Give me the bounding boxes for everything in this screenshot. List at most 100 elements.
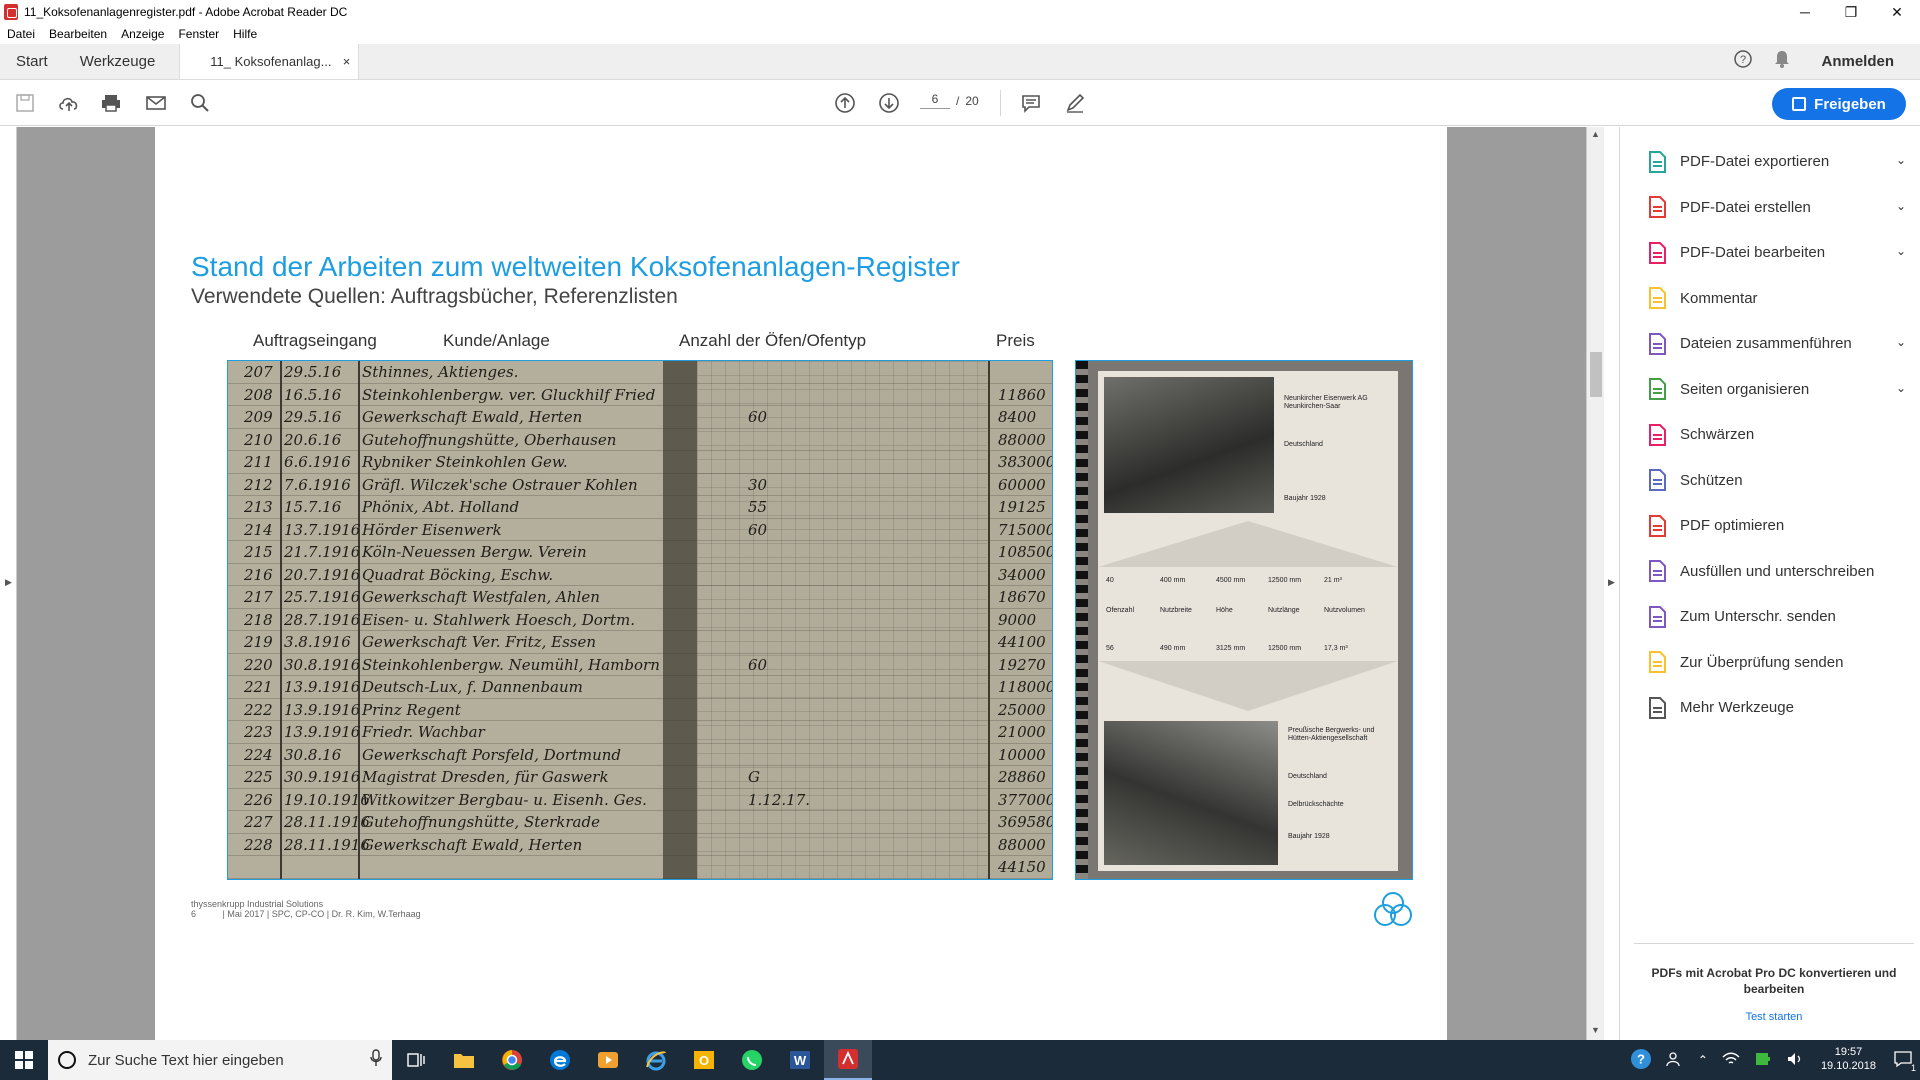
next-page-icon[interactable] (876, 91, 902, 115)
save-icon[interactable] (12, 91, 38, 115)
svg-text:O: O (699, 1053, 709, 1068)
tool-item[interactable]: Zur Überprüfung senden (1646, 640, 1906, 686)
chrome-icon[interactable] (488, 1040, 536, 1080)
media-player-icon[interactable] (584, 1040, 632, 1080)
minimize-button[interactable]: ─ (1782, 0, 1828, 24)
previous-page-icon[interactable] (832, 91, 858, 115)
menu-fenster[interactable]: Fenster (178, 27, 219, 41)
outlook-icon[interactable]: O (680, 1040, 728, 1080)
ledger-customer: Rybniker Steinkohlen Gew. (362, 453, 568, 471)
tool-item[interactable]: Schützen (1646, 458, 1906, 504)
share-button-label: Freigeben (1814, 95, 1886, 113)
tool-item[interactable]: PDF-Datei exportieren ⌄ (1646, 139, 1906, 185)
tool-item[interactable]: Dateien zusammenführen ⌄ (1646, 321, 1906, 367)
menu-bar: Datei Bearbeiten Anzeige Fenster Hilfe (0, 24, 1920, 44)
people-icon[interactable] (1666, 1051, 1684, 1070)
microphone-icon[interactable] (370, 1049, 382, 1071)
cortana-icon (58, 1051, 76, 1069)
ledger-ovens: 55 (748, 498, 768, 516)
promo-title: PDFs mit Acrobat Pro DC konvertieren und… (1651, 966, 1897, 996)
tab-start[interactable]: Start (0, 44, 64, 79)
menu-hilfe[interactable]: Hilfe (233, 27, 257, 41)
taskbar-clock[interactable]: 19:57 19.10.2018 (1821, 1046, 1876, 1074)
chevron-down-icon[interactable]: ⌄ (1896, 335, 1906, 349)
chevron-down-icon[interactable]: ⌄ (1896, 244, 1906, 258)
page-total: 20 (965, 93, 979, 108)
left-panel-toggle[interactable]: ▶ (0, 127, 17, 1040)
menu-datei[interactable]: Datei (7, 27, 35, 41)
share-button[interactable]: Freigeben (1772, 88, 1906, 120)
ledger-customer: Gewerkschaft Ver. Fritz, Essen (362, 633, 597, 651)
tools-pane-toggle[interactable]: ▶ (1604, 127, 1620, 1040)
maximize-button[interactable]: ❐ (1828, 0, 1874, 24)
ledger-order-number: 207 (244, 363, 273, 381)
page-number-input[interactable]: 6 (920, 92, 950, 109)
tool-item-label: PDF optimieren (1680, 517, 1785, 535)
tab-close-button[interactable]: × (343, 54, 351, 69)
wifi-icon[interactable] (1722, 1052, 1740, 1069)
column-header-kunde: Kunde/Anlage (443, 331, 550, 350)
close-button[interactable]: ✕ (1874, 0, 1920, 24)
tool-item-label: Zum Unterschr. senden (1680, 608, 1836, 626)
tool-item[interactable]: Mehr Werkzeuge (1646, 685, 1906, 731)
windows-start-icon[interactable] (0, 1040, 48, 1080)
tool-item[interactable]: PDF optimieren (1646, 503, 1906, 549)
tool-item[interactable]: Seiten organisieren ⌄ (1646, 367, 1906, 413)
whatsapp-icon[interactable] (728, 1040, 776, 1080)
tool-item-label: Zur Überprüfung senden (1680, 653, 1844, 671)
scroll-up-icon[interactable]: ▲ (1591, 129, 1600, 139)
menu-bearbeiten[interactable]: Bearbeiten (49, 27, 107, 41)
bell-icon[interactable] (1773, 49, 1791, 74)
print-icon[interactable] (98, 91, 124, 115)
acrobat-taskbar-icon[interactable] (824, 1040, 872, 1080)
tool-item-label: PDF-Datei exportieren (1680, 153, 1830, 171)
taskbar-search[interactable]: Zur Suche Text hier eingeben (48, 1040, 392, 1080)
chevron-down-icon[interactable]: ⌄ (1896, 153, 1906, 167)
edge-icon[interactable] (536, 1040, 584, 1080)
tools-pane: ▶ PDF-Datei exportieren ⌄ PDF-Datei erstel… (1604, 127, 1920, 1040)
scroll-down-icon[interactable]: ▼ (1591, 1025, 1600, 1035)
tab-document[interactable]: 11_ Koksofenanlag... × (179, 44, 360, 79)
tool-item[interactable]: Ausfüllen und unterschreiben (1646, 549, 1906, 595)
file-explorer-icon[interactable] (440, 1040, 488, 1080)
chevron-down-icon[interactable]: ⌄ (1896, 199, 1906, 213)
vertical-scrollbar[interactable]: ▲ ▼ (1586, 127, 1604, 1040)
spec-cell: 12500 mm (1268, 645, 1302, 652)
tool-item[interactable]: Kommentar (1646, 276, 1906, 322)
ledger-date: 30.8.16 (284, 745, 342, 764)
footer-page-number: 6 (191, 909, 197, 919)
help-tray-icon[interactable]: ? (1630, 1048, 1652, 1073)
spec-cell: Nutzlänge (1268, 607, 1300, 614)
tool-item[interactable]: Zum Unterschr. senden (1646, 594, 1906, 640)
task-view-icon[interactable] (392, 1040, 440, 1080)
action-center-icon[interactable]: 1 (1893, 1050, 1916, 1073)
menu-anzeige[interactable]: Anzeige (121, 27, 164, 41)
ledger-ovens: 60 (748, 520, 768, 539)
slide-subtitle: Verwendete Quellen: Auftragsbücher, Refe… (191, 285, 678, 308)
clock-time: 19:57 (1834, 1046, 1863, 1059)
word-icon[interactable]: W (776, 1040, 824, 1080)
window-controls: ─ ❐ ✕ (1782, 0, 1920, 24)
upload-cloud-icon[interactable] (56, 91, 82, 115)
tool-item[interactable]: PDF-Datei bearbeiten ⌄ (1646, 230, 1906, 276)
ledger-row: 218 28.7.1916 Eisen- u. Stahlwerk Hoesch, … (228, 609, 1052, 631)
volume-icon[interactable] (1786, 1051, 1804, 1070)
email-icon[interactable] (143, 91, 169, 115)
signin-button[interactable]: Anmelden (1821, 53, 1894, 70)
scrollbar-thumb[interactable] (1590, 352, 1602, 397)
tool-item[interactable]: Schwärzen (1646, 412, 1906, 458)
promo-link[interactable]: Test starten (1634, 1011, 1914, 1023)
chevron-down-icon[interactable]: ⌄ (1896, 381, 1906, 395)
chevron-up-icon[interactable]: ⌃ (1698, 1053, 1708, 1067)
ledger-date: 30.8.1916 (284, 655, 361, 674)
highlight-pen-icon[interactable] (1062, 91, 1088, 115)
comment-icon[interactable] (1018, 91, 1044, 115)
battery-plug-icon[interactable] (1754, 1051, 1772, 1070)
tab-tools[interactable]: Werkzeuge (64, 44, 172, 79)
help-icon[interactable]: ? (1733, 49, 1753, 74)
expand-left-icon: ▶ (5, 577, 12, 587)
tool-item[interactable]: PDF-Datei erstellen ⌄ (1646, 185, 1906, 231)
internet-explorer-icon[interactable] (632, 1040, 680, 1080)
search-icon[interactable] (187, 91, 213, 115)
tab-document-label: 11_ Koksofenanlag... (210, 54, 332, 69)
